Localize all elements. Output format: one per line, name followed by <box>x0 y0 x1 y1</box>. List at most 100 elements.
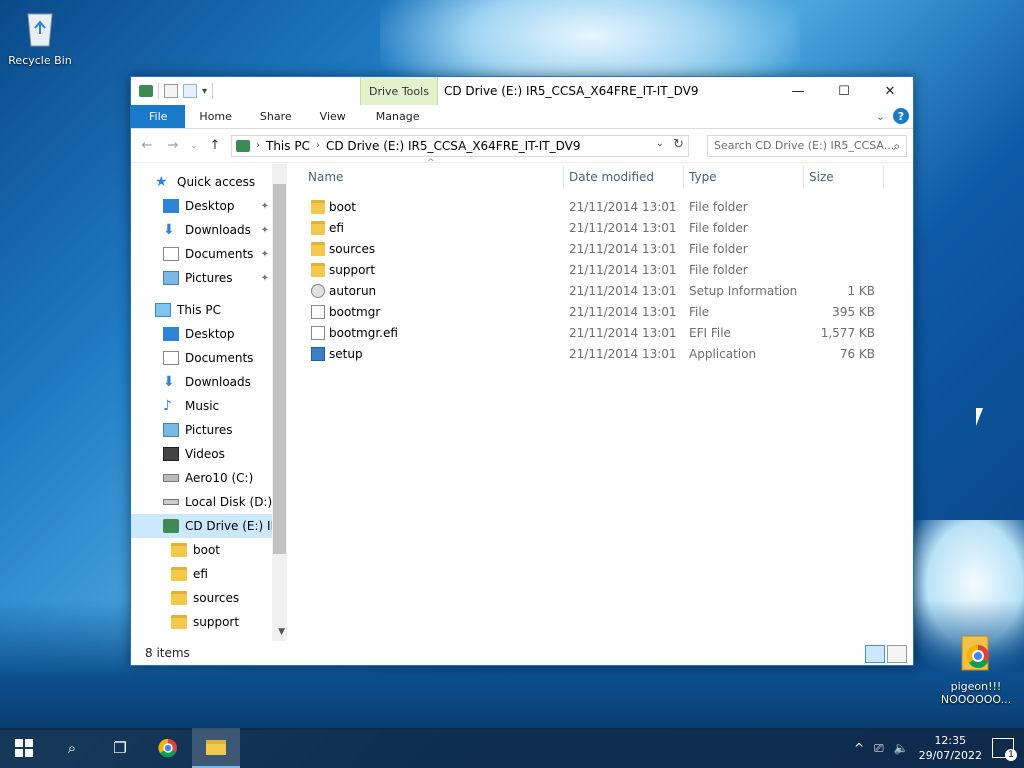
nav-qa-downloads[interactable]: ⬇ Downloads ✦ <box>131 218 287 242</box>
sort-ascending-icon: ^ <box>427 158 435 168</box>
folder-icon <box>311 263 325 277</box>
task-view-button[interactable]: ❐ <box>96 728 144 768</box>
nav-cd-sources[interactable]: sources <box>131 586 287 610</box>
file-explorer-taskbar-button[interactable] <box>192 728 240 768</box>
recent-locations-icon[interactable]: ⌄ <box>189 141 199 151</box>
file-size: 76 KB <box>839 347 875 361</box>
new-folder-icon[interactable] <box>183 84 197 98</box>
nav-this-pc[interactable]: This PC <box>131 298 287 322</box>
breadcrumb-this-pc[interactable]: This PC <box>266 139 310 153</box>
folder-icon <box>311 242 325 256</box>
clock[interactable]: 12:35 29/07/2022 <box>919 733 982 763</box>
column-type[interactable]: Type <box>689 170 717 184</box>
window-title: CD Drive (E:) IR5_CCSA_X64FRE_IT-IT_DV9 <box>444 84 699 98</box>
start-button[interactable] <box>0 728 48 768</box>
nav-pc-aero10-c[interactable]: Aero10 (C:) <box>131 466 287 490</box>
breadcrumb-cd-drive[interactable]: CD Drive (E:) IR5_CCSA_X64FRE_IT-IT_DV9 <box>326 139 581 153</box>
chevron-right-icon[interactable]: › <box>316 140 320 151</box>
minimize-button[interactable]: — <box>775 77 821 105</box>
close-button[interactable]: ✕ <box>867 77 913 105</box>
file-size: 1 KB <box>847 284 875 298</box>
folder-icon <box>171 591 187 605</box>
pigeon-shortcut[interactable]: pigeon!!! NOOOOOO... <box>936 634 1016 706</box>
table-row[interactable]: autorun 21/11/2014 13:01 Setup Information… <box>287 280 913 301</box>
folder-icon <box>171 543 187 557</box>
music-icon: ♪ <box>163 398 172 414</box>
nav-scrollbar[interactable]: ▼ <box>272 164 287 641</box>
table-row[interactable]: setup 21/11/2014 13:01 Application 76 KB <box>287 343 913 364</box>
title-bar[interactable]: ▾ Drive Tools CD Drive (E:) IR5_CCSA_X64… <box>131 77 913 105</box>
up-arrow-icon[interactable]: ↑ <box>205 138 225 153</box>
search-icon: ⌕ <box>893 138 900 153</box>
nav-quick-access[interactable]: ★ Quick access <box>131 170 287 194</box>
properties-icon[interactable] <box>164 84 178 98</box>
tab-manage[interactable]: Manage <box>362 105 434 128</box>
column-date-modified[interactable]: Date modified <box>569 170 654 184</box>
tab-view[interactable]: View <box>306 105 360 128</box>
file-type: Setup Information <box>689 284 798 298</box>
table-row[interactable]: efi 21/11/2014 13:01 File folder <box>287 217 913 238</box>
expand-ribbon-icon[interactable]: ⌄ <box>876 110 885 123</box>
chevron-right-icon[interactable]: › <box>256 140 260 151</box>
scroll-down-icon[interactable]: ▼ <box>278 627 285 637</box>
tab-home[interactable]: Home <box>185 105 245 128</box>
details-view-button[interactable] <box>865 645 885 663</box>
table-row[interactable]: boot 21/11/2014 13:01 File folder <box>287 196 913 217</box>
nav-pc-cd-drive-e[interactable]: CD Drive (E:) IR5_ <box>131 514 287 538</box>
action-center-button[interactable]: 1 <box>992 738 1017 761</box>
help-icon[interactable]: ? <box>893 108 909 124</box>
column-divider[interactable] <box>803 166 804 188</box>
column-size[interactable]: Size <box>809 170 834 184</box>
column-divider[interactable] <box>683 166 684 188</box>
taskbar: ⌕ ❐ ^ ⎚ 🔈 12:35 29/07/2022 1 <box>0 728 1024 768</box>
pin-icon[interactable]: ✦ <box>261 225 269 236</box>
nav-pc-videos[interactable]: Videos <box>131 442 287 466</box>
nav-qa-desktop[interactable]: Desktop ✦ <box>131 194 287 218</box>
volume-muted-icon[interactable]: 🔈 <box>894 741 909 755</box>
nav-pc-documents[interactable]: Documents <box>131 346 287 370</box>
nav-cd-efi[interactable]: efi <box>131 562 287 586</box>
column-name[interactable]: Name <box>308 170 343 184</box>
column-divider[interactable] <box>563 166 564 188</box>
table-row[interactable]: sources 21/11/2014 13:01 File folder <box>287 238 913 259</box>
nav-cd-support[interactable]: support <box>131 610 287 634</box>
tab-share[interactable]: Share <box>246 105 306 128</box>
refresh-icon[interactable]: ↻ <box>673 137 684 152</box>
recycle-bin-shortcut[interactable]: Recycle Bin <box>0 8 80 67</box>
search-button[interactable]: ⌕ <box>48 728 96 768</box>
large-icons-view-button[interactable] <box>887 645 907 663</box>
search-box[interactable]: Search CD Drive (E:) IR5_CCSA... ⌕ <box>707 134 907 157</box>
file-name: bootmgr <box>329 305 381 319</box>
file-type: File folder <box>689 263 748 277</box>
nav-pc-desktop[interactable]: Desktop <box>131 322 287 346</box>
forward-arrow-icon[interactable]: → <box>163 138 183 153</box>
tab-file[interactable]: File <box>131 105 186 128</box>
network-icon[interactable]: ⎚ <box>874 741 884 756</box>
pin-icon[interactable]: ✦ <box>261 201 269 212</box>
address-bar[interactable]: › This PC › CD Drive (E:) IR5_CCSA_X64FR… <box>231 134 689 157</box>
nav-pc-pictures[interactable]: Pictures <box>131 418 287 442</box>
search-placeholder: Search CD Drive (E:) IR5_CCSA... <box>714 139 895 152</box>
nav-pc-music[interactable]: ♪ Music <box>131 394 287 418</box>
show-hidden-icons-icon[interactable]: ^ <box>854 741 864 755</box>
nav-cd-boot[interactable]: boot <box>131 538 287 562</box>
maximize-button[interactable]: ☐ <box>821 77 867 105</box>
notification-count: 1 <box>1005 749 1017 761</box>
pin-icon[interactable]: ✦ <box>261 249 269 260</box>
table-row[interactable]: support 21/11/2014 13:01 File folder <box>287 259 913 280</box>
nav-pc-downloads[interactable]: ⬇ Downloads <box>131 370 287 394</box>
file-name: setup <box>329 347 363 361</box>
back-arrow-icon[interactable]: ← <box>137 138 157 153</box>
column-divider[interactable] <box>883 166 884 188</box>
file-type: Application <box>689 347 757 361</box>
nav-qa-documents[interactable]: Documents ✦ <box>131 242 287 266</box>
table-row[interactable]: bootmgr.efi 21/11/2014 13:01 EFI File 1,577… <box>287 322 913 343</box>
chrome-taskbar-button[interactable] <box>144 728 192 768</box>
table-row[interactable]: bootmgr 21/11/2014 13:01 File 395 KB <box>287 301 913 322</box>
qat-dropdown-icon[interactable]: ▾ <box>202 86 207 97</box>
nav-qa-pictures[interactable]: Pictures ✦ <box>131 266 287 290</box>
nav-pc-local-disk-d[interactable]: Local Disk (D:) <box>131 490 287 514</box>
pin-icon[interactable]: ✦ <box>261 273 269 284</box>
nav-scroll-thumb[interactable] <box>273 184 286 554</box>
address-dropdown-icon[interactable]: ⌄ <box>656 138 664 149</box>
